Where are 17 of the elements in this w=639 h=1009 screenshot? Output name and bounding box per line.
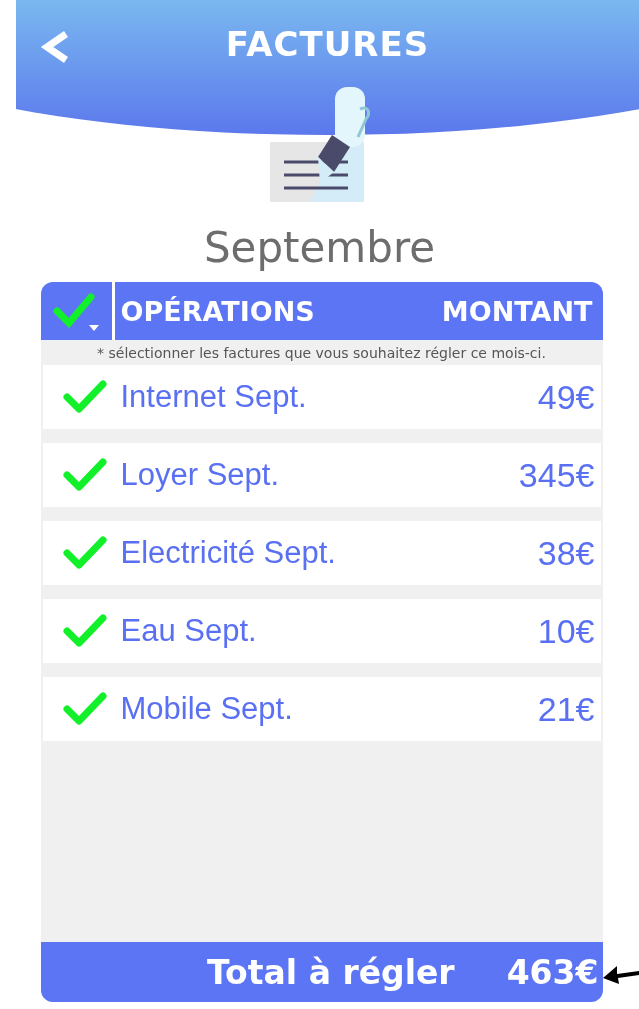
month-title: Septembre	[203, 223, 436, 272]
instruction-note: * sélectionner les factures que vous souhaitez régler ce mois-ci.	[96, 344, 547, 363]
page-title: FACTURES	[225, 24, 430, 64]
bill-label: Eau Sept.	[120, 613, 257, 649]
bill-label: Loyer Sept.	[120, 457, 280, 493]
column-header: OPÉRATIONS	[120, 295, 315, 327]
column-header: MONTANT	[441, 295, 593, 327]
total-label: Total à régler	[207, 952, 455, 992]
total-amount: 463€	[506, 952, 599, 992]
bill-label: Internet Sept.	[120, 379, 307, 415]
bill-label: Electricité Sept.	[120, 535, 336, 571]
bill-label: Mobile Sept.	[120, 691, 293, 727]
bill-amount: 49€	[537, 377, 595, 417]
bill-amount: 38€	[537, 533, 595, 573]
bill-amount: 21€	[537, 689, 595, 729]
bill-amount: 10€	[537, 611, 595, 651]
bill-amount: 345€	[518, 455, 595, 495]
